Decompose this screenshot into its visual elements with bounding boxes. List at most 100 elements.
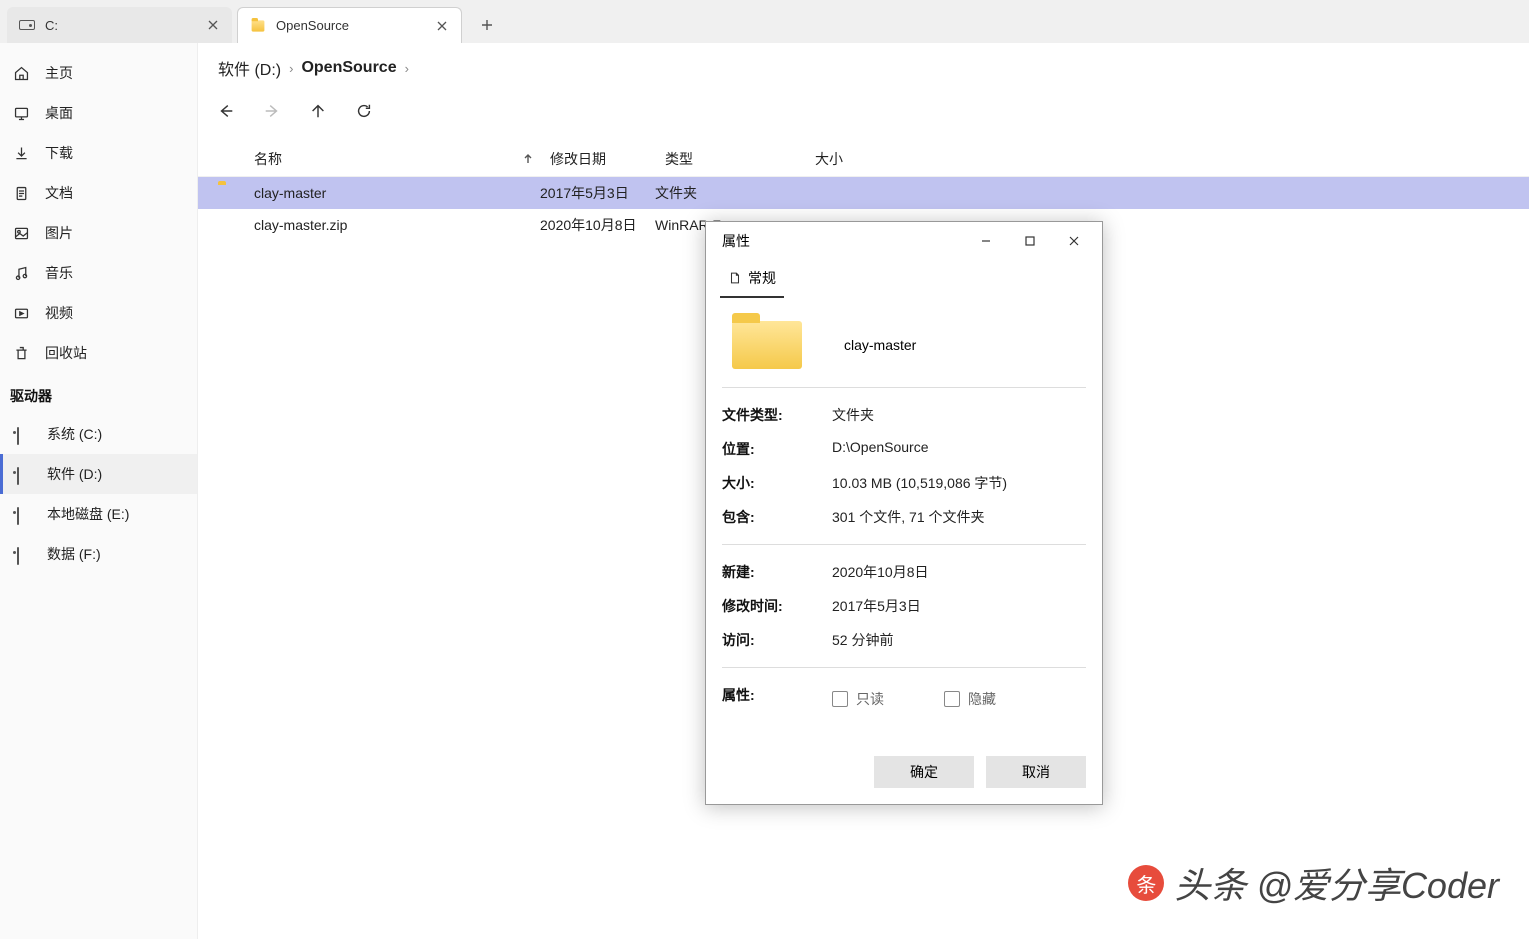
readonly-checkbox[interactable]: 只读: [832, 689, 884, 709]
minimize-button[interactable]: [964, 225, 1008, 257]
file-name: clay-master: [254, 185, 540, 201]
column-type[interactable]: 类型: [665, 149, 815, 169]
sidebar-item-label: 下载: [45, 143, 73, 163]
prop-label: 属性:: [722, 685, 832, 709]
breadcrumb-item[interactable]: 软件 (D:): [218, 56, 281, 80]
drive-icon: [17, 508, 33, 520]
cancel-button[interactable]: 取消: [986, 756, 1086, 788]
music-icon: [13, 264, 31, 282]
folder-icon: [732, 321, 802, 369]
sidebar-item-label: 视频: [45, 303, 73, 323]
sidebar-item-label: 主页: [45, 63, 73, 83]
prop-value: 10.03 MB (10,519,086 字节): [832, 473, 1086, 493]
sidebar-item-downloads[interactable]: 下载: [0, 133, 197, 173]
dialog-title: 属性: [722, 231, 964, 251]
tab-opensource[interactable]: OpenSource: [237, 7, 462, 43]
drive-d[interactable]: 软件 (D:): [0, 454, 197, 494]
drive-icon: [17, 548, 33, 560]
file-date: 2017年5月3日: [540, 183, 655, 203]
drive-label: 系统 (C:): [47, 424, 102, 444]
sidebar: 主页 桌面 下载 文档 图片 音乐 视频 回收站 驱动器: [0, 43, 198, 939]
dialog-titlebar[interactable]: 属性: [706, 222, 1102, 260]
refresh-button[interactable]: [350, 97, 378, 125]
prop-label: 文件类型:: [722, 405, 832, 425]
file-type: 文件夹: [655, 183, 805, 203]
prop-label: 访问:: [722, 630, 832, 650]
prop-value: 文件夹: [832, 405, 1086, 425]
sidebar-item-label: 桌面: [45, 103, 73, 123]
maximize-button[interactable]: [1008, 225, 1052, 257]
prop-value: 52 分钟前: [832, 630, 1086, 650]
document-icon: [13, 184, 31, 202]
prop-value: D:\OpenSource: [832, 439, 1086, 459]
tab-general[interactable]: 常规: [720, 260, 784, 298]
properties-dialog: 属性 常规 clay-master 文件类型:文件夹 位置:D:\OpenSou…: [705, 221, 1103, 805]
item-name: clay-master: [844, 337, 916, 353]
sidebar-item-label: 图片: [45, 223, 73, 243]
drive-label: 本地磁盘 (E:): [47, 504, 129, 524]
sidebar-item-label: 文档: [45, 183, 73, 203]
file-row[interactable]: clay-master 2017年5月3日 文件夹: [198, 177, 1529, 209]
file-date: 2020年10月8日: [540, 215, 655, 235]
trash-icon: [13, 344, 31, 362]
tab-label: OpenSource: [276, 18, 433, 33]
drives-header: 驱动器: [0, 378, 197, 414]
tab-c-drive[interactable]: C:: [7, 7, 232, 43]
drive-e[interactable]: 本地磁盘 (E:): [0, 494, 197, 534]
prop-value: 2017年5月3日: [832, 596, 1086, 616]
prop-value: 2020年10月8日: [832, 562, 1086, 582]
sidebar-item-music[interactable]: 音乐: [0, 253, 197, 293]
sidebar-item-documents[interactable]: 文档: [0, 173, 197, 213]
picture-icon: [13, 224, 31, 242]
home-icon: [13, 64, 31, 82]
dialog-footer: 确定 取消: [706, 740, 1102, 804]
sidebar-item-label: 音乐: [45, 263, 73, 283]
prop-label: 位置:: [722, 439, 832, 459]
sidebar-item-trash[interactable]: 回收站: [0, 333, 197, 373]
column-headers: 名称 修改日期 类型 大小: [198, 141, 1529, 177]
drive-c[interactable]: 系统 (C:): [0, 414, 197, 454]
sidebar-item-home[interactable]: 主页: [0, 53, 197, 93]
tab-label: C:: [45, 18, 204, 33]
dialog-header-row: clay-master: [722, 317, 1086, 388]
close-button[interactable]: [1052, 225, 1096, 257]
column-name[interactable]: 名称: [254, 149, 522, 169]
chevron-right-icon: ›: [405, 61, 409, 76]
drive-label: 数据 (F:): [47, 544, 101, 564]
column-date[interactable]: 修改日期: [550, 149, 665, 169]
column-size[interactable]: 大小: [815, 149, 895, 169]
prop-label: 修改时间:: [722, 596, 832, 616]
close-icon[interactable]: [433, 17, 451, 35]
drive-f[interactable]: 数据 (F:): [0, 534, 197, 574]
chevron-right-icon: ›: [289, 61, 293, 76]
file-name: clay-master.zip: [254, 217, 540, 233]
watermark-icon: 条: [1128, 865, 1164, 901]
forward-button[interactable]: [258, 97, 286, 125]
sidebar-item-desktop[interactable]: 桌面: [0, 93, 197, 133]
sidebar-item-videos[interactable]: 视频: [0, 293, 197, 333]
sidebar-item-pictures[interactable]: 图片: [0, 213, 197, 253]
nav-toolbar: [198, 93, 1529, 129]
prop-label: 新建:: [722, 562, 832, 582]
hidden-checkbox[interactable]: 隐藏: [944, 689, 996, 709]
desktop-icon: [13, 104, 31, 122]
up-button[interactable]: [304, 97, 332, 125]
sort-asc-icon[interactable]: [522, 153, 534, 165]
dialog-tabs: 常规: [706, 260, 1102, 299]
folder-icon: [218, 184, 236, 202]
new-tab-button[interactable]: [472, 10, 502, 40]
breadcrumb: 软件 (D:) › OpenSource ›: [198, 43, 1529, 93]
close-icon[interactable]: [204, 16, 222, 34]
drive-label: 软件 (D:): [47, 464, 102, 484]
prop-label: 包含:: [722, 507, 832, 527]
drive-icon: [19, 19, 35, 31]
drive-icon: [17, 468, 33, 480]
prop-value: 301 个文件, 71 个文件夹: [832, 507, 1086, 527]
tab-bar: C: OpenSource: [0, 0, 1529, 43]
breadcrumb-item[interactable]: OpenSource: [301, 59, 396, 77]
prop-label: 大小:: [722, 473, 832, 493]
watermark: 条 头条 @爱分享Coder: [1128, 857, 1499, 909]
ok-button[interactable]: 确定: [874, 756, 974, 788]
sidebar-item-label: 回收站: [45, 343, 87, 363]
back-button[interactable]: [212, 97, 240, 125]
